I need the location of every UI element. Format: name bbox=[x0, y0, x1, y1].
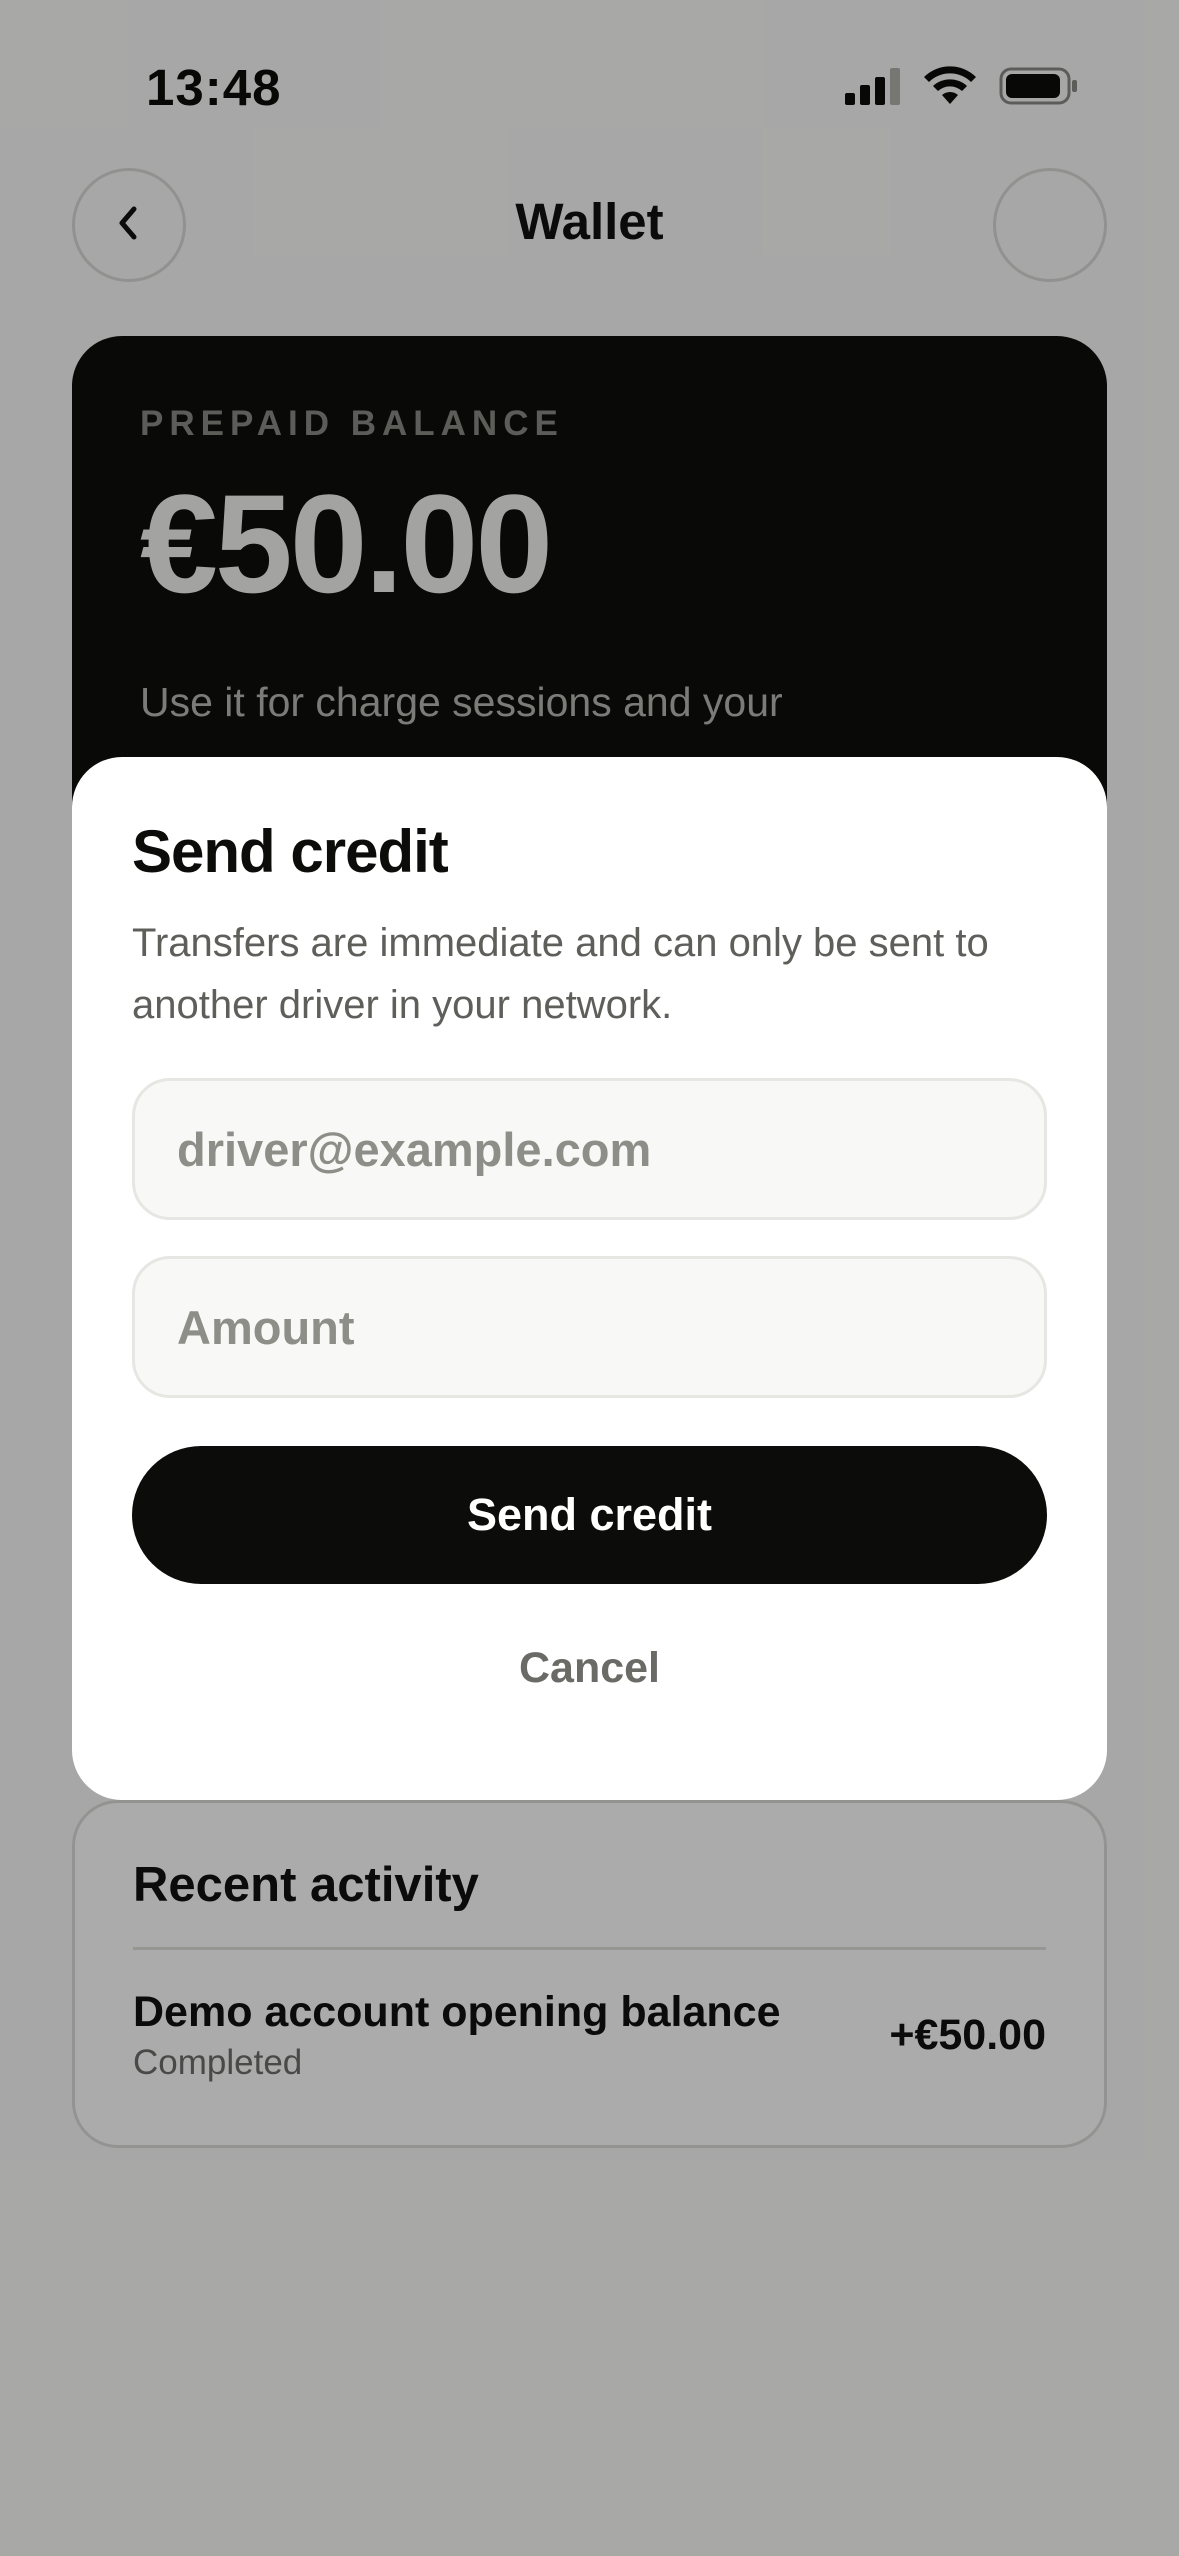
amount-input[interactable] bbox=[177, 1299, 1044, 1355]
send-credit-dialog: Send credit Transfers are immediate and … bbox=[72, 757, 1107, 1800]
email-field[interactable] bbox=[132, 1078, 1047, 1220]
email-input[interactable] bbox=[177, 1121, 1044, 1177]
cancel-button[interactable]: Cancel bbox=[132, 1644, 1047, 1693]
wallet-screen: 13:48 Wallet PREPAID BALANCE €50.00 Use … bbox=[0, 0, 1179, 2556]
dialog-title: Send credit bbox=[132, 818, 449, 885]
send-credit-button[interactable]: Send credit bbox=[132, 1446, 1047, 1584]
dialog-description: Transfers are immediate and can only be … bbox=[132, 921, 989, 1027]
amount-field[interactable] bbox=[132, 1256, 1047, 1398]
